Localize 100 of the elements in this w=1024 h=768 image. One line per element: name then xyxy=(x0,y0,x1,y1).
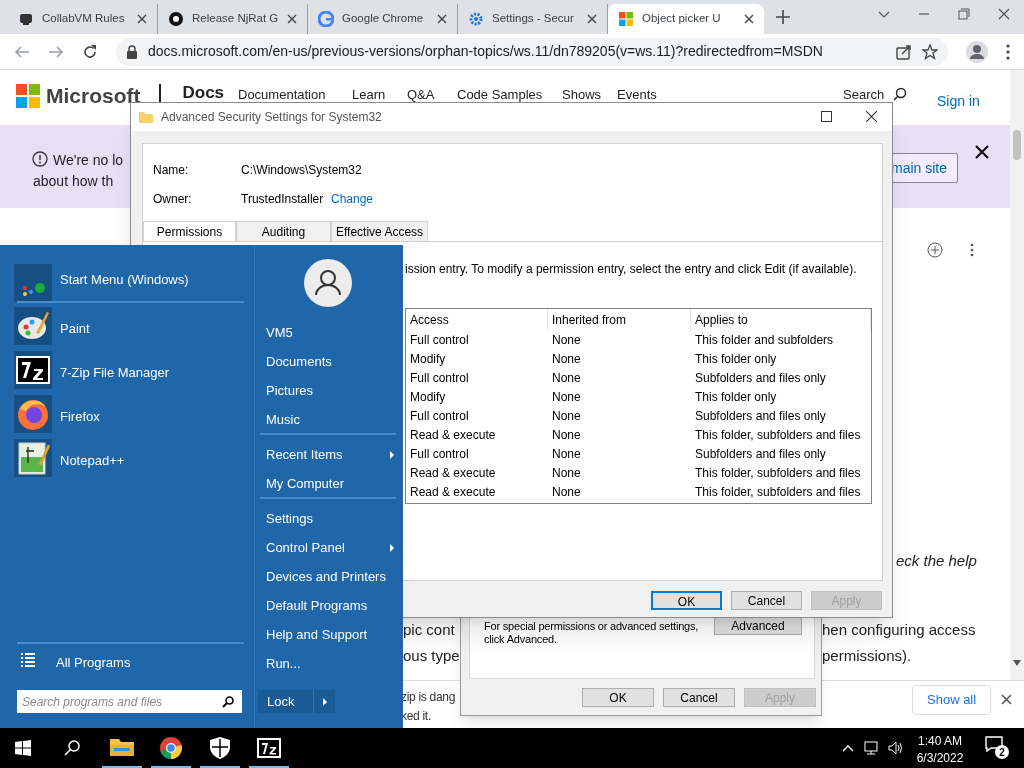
close-icon[interactable] xyxy=(744,14,754,24)
windows-start-icon[interactable] xyxy=(15,740,31,756)
nav-link[interactable]: Documentation xyxy=(238,88,326,102)
field-label: Name: xyxy=(153,162,189,179)
search-icon[interactable] xyxy=(222,696,234,708)
notification-button[interactable]: 2 xyxy=(985,736,1011,760)
article-text: pic cont xyxy=(403,620,455,640)
close-icon[interactable] xyxy=(866,111,877,122)
menu-item[interactable]: Pictures xyxy=(266,381,394,401)
forward-arrow-icon[interactable] xyxy=(48,43,64,60)
menu-item[interactable]: My Computer xyxy=(266,474,394,494)
shield-icon[interactable] xyxy=(208,736,232,760)
network-icon[interactable] xyxy=(864,741,880,755)
profile-icon[interactable] xyxy=(966,40,988,63)
user-avatar-icon[interactable] xyxy=(304,259,352,307)
dialog-button[interactable]: Cancel xyxy=(663,688,735,707)
tab[interactable]: Auditing xyxy=(236,221,331,242)
section-title[interactable]: Docs xyxy=(182,85,225,101)
list-icon[interactable] xyxy=(21,652,35,668)
menu-item[interactable]: Control Panel xyxy=(266,538,394,558)
menu-item[interactable]: Documents xyxy=(266,352,394,372)
caret-icon xyxy=(322,697,327,706)
clock-time[interactable]: 1:40 AM xyxy=(905,732,975,750)
maximize-icon[interactable] xyxy=(821,111,832,122)
menu-item[interactable]: Devices and Printers xyxy=(266,567,394,587)
new-tab-icon[interactable] xyxy=(776,10,790,24)
dialog-button[interactable]: OK xyxy=(582,688,654,707)
table-cell-text: Read & execute xyxy=(409,427,497,444)
nav-link[interactable]: Shows xyxy=(562,88,602,102)
column-header[interactable]: Access xyxy=(406,309,548,331)
scrollbar[interactable] xyxy=(1010,70,1024,680)
menu-item[interactable]: Settings xyxy=(266,509,394,529)
menu-item[interactable]: VM5 xyxy=(266,323,394,343)
table-cell-text: Full control xyxy=(409,446,470,463)
change-link[interactable]: Change xyxy=(331,190,374,208)
menu-item[interactable]: Help and Support xyxy=(266,625,394,645)
tab-title: Settings - Secur xyxy=(492,11,575,27)
chrome-icon[interactable] xyxy=(159,736,183,760)
browser-tab[interactable]: Object picker U xyxy=(608,4,764,34)
menu-item[interactable]: Run... xyxy=(266,654,394,674)
close-icon[interactable] xyxy=(1001,694,1012,705)
nav-link[interactable]: Events xyxy=(617,88,657,102)
google-icon xyxy=(318,11,334,27)
volume-icon[interactable] xyxy=(888,741,904,755)
dialog-button[interactable]: Cancel xyxy=(731,591,802,610)
nav-link[interactable]: Q&A xyxy=(407,88,435,102)
chevron-up-icon[interactable] xyxy=(842,744,854,752)
search-icon[interactable] xyxy=(64,740,80,756)
tab[interactable]: Effective Access xyxy=(331,221,428,242)
close-icon[interactable] xyxy=(975,145,989,159)
firefox-icon xyxy=(14,395,52,433)
menu-item[interactable]: Music xyxy=(266,410,394,430)
close-icon[interactable] xyxy=(587,14,597,24)
all-programs-item[interactable]: All Programs xyxy=(56,653,131,673)
search-icon[interactable] xyxy=(893,87,907,101)
column-header[interactable]: Applies to xyxy=(691,309,871,331)
table-cell-text: Full control xyxy=(409,408,470,425)
add-icon[interactable] xyxy=(927,242,943,258)
scroll-thumb[interactable] xyxy=(1013,130,1021,160)
close-icon[interactable] xyxy=(287,14,297,24)
dialog-button[interactable]: OK xyxy=(651,591,722,610)
reload-icon[interactable] xyxy=(82,43,98,60)
banner-text: about how th xyxy=(33,172,114,191)
search-field[interactable]: Search programs and files xyxy=(17,690,242,713)
program-item[interactable]: Notepad++ xyxy=(60,451,125,471)
submenu-arrow-icon xyxy=(390,450,394,459)
nav-link[interactable]: Learn xyxy=(352,88,386,102)
show-all-button[interactable]: Show all xyxy=(912,685,992,715)
lock-button[interactable]: Lock xyxy=(258,690,313,713)
program-item[interactable]: Paint xyxy=(60,319,90,339)
brand-name: Microsoft xyxy=(46,84,141,108)
microsoft-logo-icon xyxy=(16,84,40,108)
close-icon[interactable] xyxy=(437,14,447,24)
clock-date[interactable]: 6/3/2022 xyxy=(905,749,975,767)
field-value: C:\Windows\System32 xyxy=(241,162,362,179)
program-item[interactable]: Firefox xyxy=(60,407,100,427)
menu-item[interactable]: Default Programs xyxy=(266,596,394,616)
lock-icon xyxy=(126,44,138,59)
close-icon[interactable] xyxy=(137,14,147,24)
sign-in-link[interactable]: Sign in xyxy=(937,91,980,112)
start-menu-item[interactable]: Start Menu (Windows) xyxy=(60,270,189,290)
more-menu-icon[interactable] xyxy=(1006,43,1010,60)
scroll-down-icon[interactable] xyxy=(1013,660,1021,666)
more-icon[interactable] xyxy=(970,243,974,257)
share-icon[interactable] xyxy=(896,43,912,60)
table-cell-text: Subfolders and files only xyxy=(694,370,827,387)
program-item[interactable]: 7-Zip File Manager xyxy=(60,363,170,383)
restore-icon[interactable] xyxy=(958,8,970,20)
nav-link[interactable]: Code Samples xyxy=(457,88,543,102)
seven-zip-icon[interactable] xyxy=(257,736,281,760)
table-cell-text: None xyxy=(551,484,582,501)
star-icon[interactable] xyxy=(922,43,938,60)
column-header[interactable]: Inherited from xyxy=(548,309,691,331)
article-text: eck the help xyxy=(896,551,977,571)
lock-options-button[interactable] xyxy=(313,690,335,713)
menu-item[interactable]: Recent Items xyxy=(266,445,394,465)
back-arrow-icon[interactable] xyxy=(14,43,30,60)
search-link[interactable]: Search xyxy=(843,88,885,102)
tab[interactable]: Permissions xyxy=(143,221,236,242)
address-bar[interactable]: docs.microsoft.com/en-us/previous-versions/orphan-topics/ws.11/dn789205(v=ws.11)?redirectedfrom=MSDN xyxy=(116,37,948,66)
